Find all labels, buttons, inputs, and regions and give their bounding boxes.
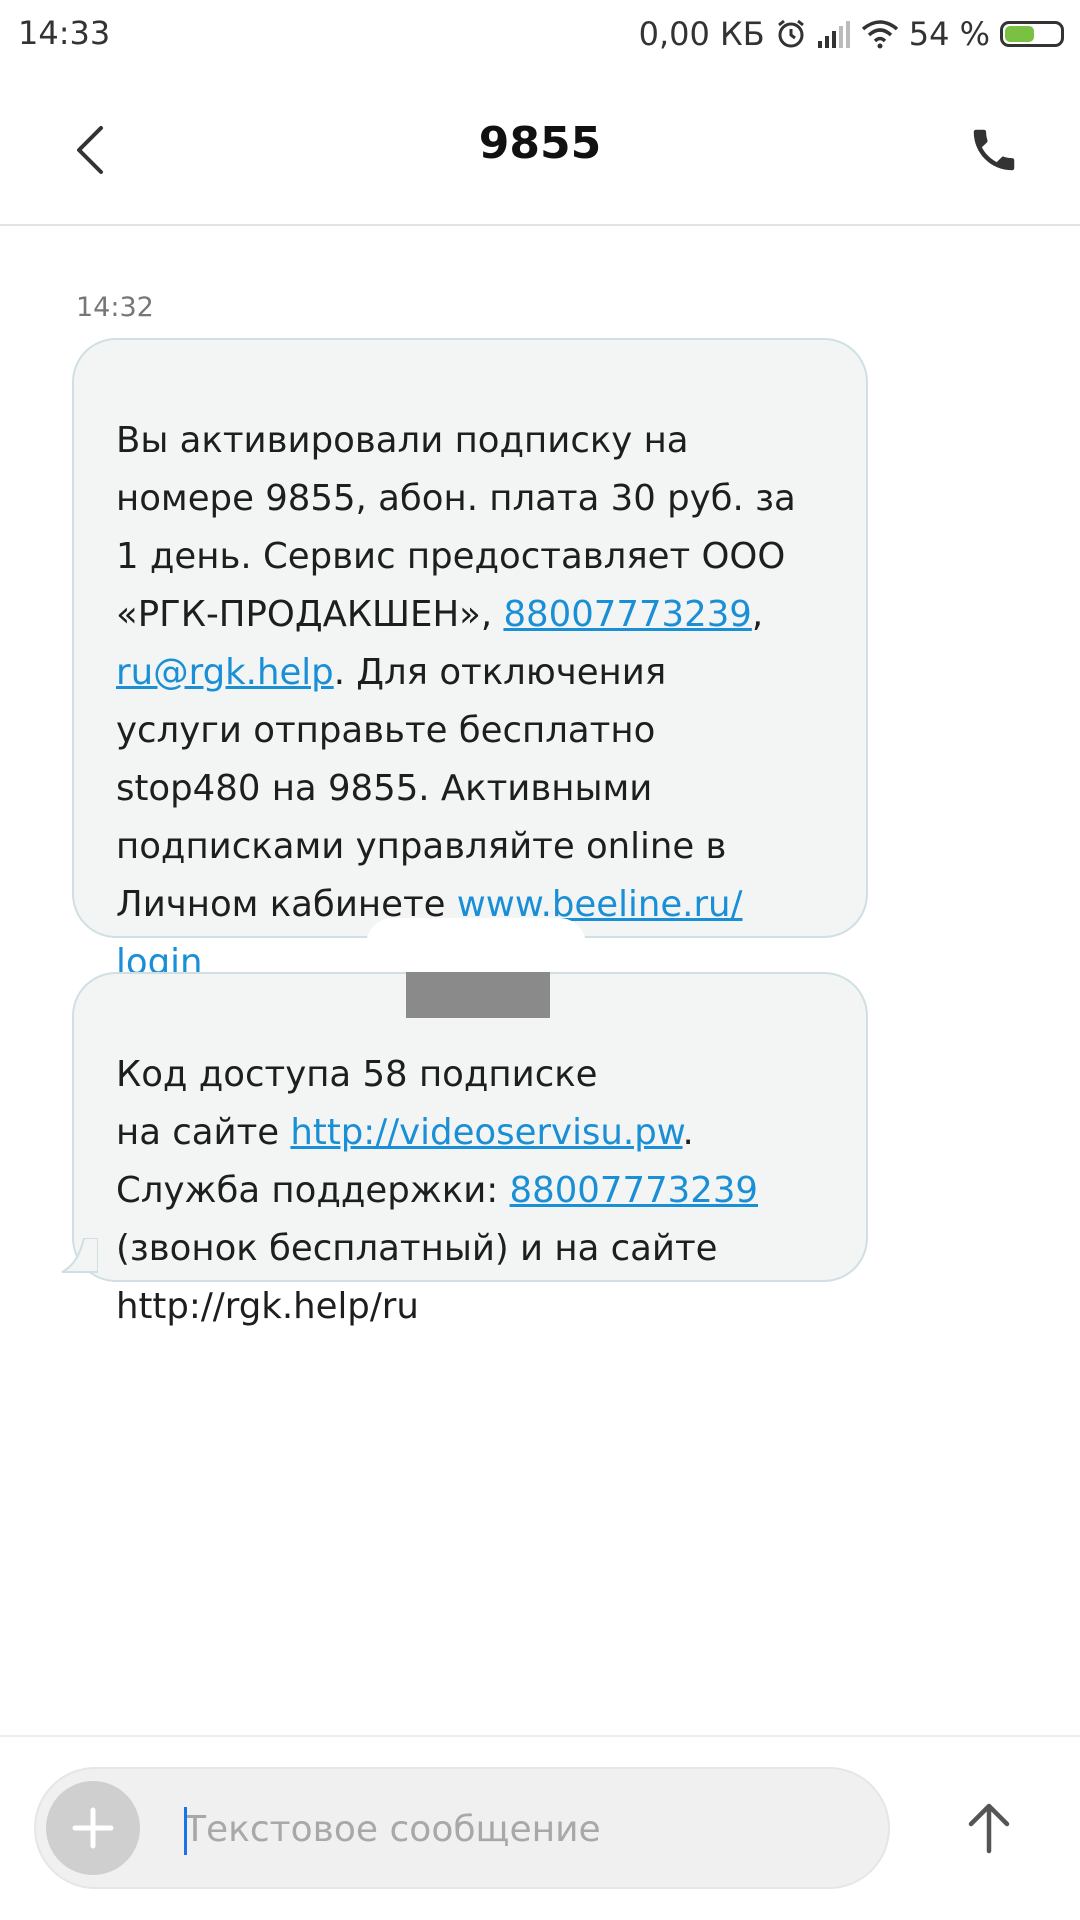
input-pill: [34, 1767, 890, 1889]
web-link[interactable]: http://videoservisu.pw: [290, 1112, 682, 1153]
phone-link[interactable]: 88007773239: [503, 594, 751, 635]
message-timestamp: 14:32: [76, 292, 154, 323]
status-right: 0,00 КБ 54 %: [639, 14, 1064, 54]
redaction-fade: [366, 918, 586, 972]
message-input[interactable]: [184, 1799, 844, 1859]
send-button[interactable]: [954, 1793, 1024, 1863]
redaction-block: [406, 972, 550, 1018]
conversation-header: 9855: [0, 70, 1080, 226]
text-caret: [184, 1807, 187, 1855]
message-text: Код доступа 58: [116, 1054, 408, 1095]
message-text: ,: [751, 594, 764, 635]
phone-icon: [973, 129, 1015, 171]
arrow-up-icon: [968, 1803, 1010, 1854]
battery-level-fill: [1005, 26, 1034, 42]
signal-icon: [817, 19, 851, 49]
alarm-icon: [775, 18, 807, 50]
message-bubble: Код доступа 58 подписке на сайте http://…: [72, 972, 868, 1327]
bubble-tail: [61, 1238, 98, 1273]
data-speed: 0,00 КБ: [638, 15, 765, 53]
message-text: (звонок бесплатный) и на сайте http://rg…: [116, 1228, 718, 1327]
status-time: 14:33: [18, 14, 111, 52]
battery-icon: [1000, 21, 1064, 47]
wifi-icon: [861, 19, 899, 49]
message-composer: [0, 1735, 1080, 1920]
battery-percent: 54 %: [908, 15, 990, 53]
plus-icon: [72, 1807, 114, 1849]
message-bubble: Вы активировали подписку на номере 9855,…: [72, 338, 868, 983]
email-link[interactable]: ru@rgk.help: [116, 652, 334, 693]
add-attachment-button[interactable]: [46, 1781, 140, 1875]
conversation-title: 9855: [478, 118, 602, 169]
phone-link[interactable]: 88007773239: [510, 1170, 758, 1211]
call-button[interactable]: [962, 118, 1026, 182]
status-bar: 14:33 0,00 КБ 54 %: [0, 0, 1080, 70]
